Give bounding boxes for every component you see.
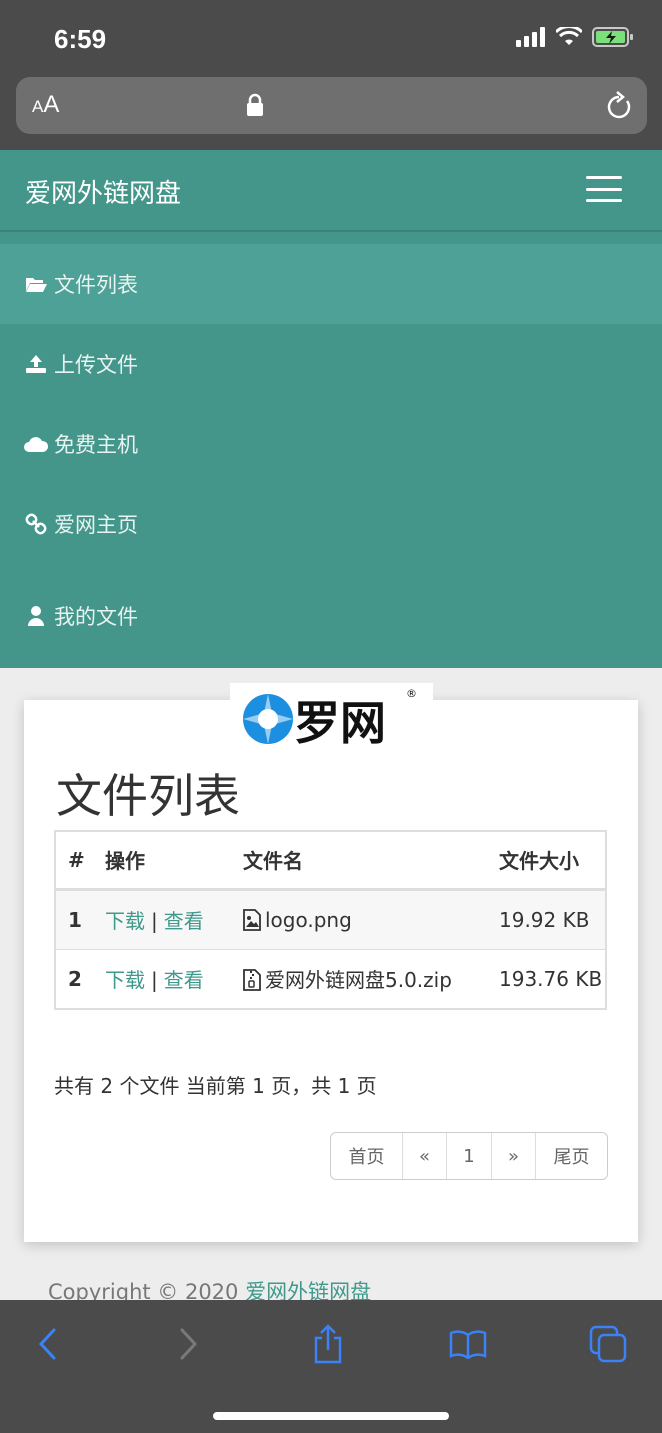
row-filesize: 19.92 KB	[499, 888, 606, 949]
menu-item-upload[interactable]: 上传文件	[0, 324, 662, 404]
menu-item-my-files[interactable]: 我的文件	[0, 576, 662, 656]
file-summary: 共有 2 个文件 当前第 1 页，共 1 页	[54, 1074, 377, 1098]
user-icon	[24, 605, 48, 627]
file-list-card: 文件列表 # 操作 文件名 文件大小 1 下载 | 查看 logo.png 19…	[24, 700, 638, 1242]
reload-icon[interactable]	[605, 91, 633, 125]
registered-mark: ®	[406, 687, 417, 700]
nav-menu: 文件列表 上传文件 免费主机 爱网主页 我的文件	[0, 232, 662, 668]
row-num: 1	[55, 888, 105, 949]
view-link[interactable]: 查看	[164, 968, 204, 992]
address-bar[interactable]: AA	[16, 77, 647, 134]
filename-text: 爱网外链网盘5.0.zip	[265, 968, 452, 993]
pager-page-1[interactable]: 1	[447, 1133, 492, 1179]
tabs-icon[interactable]	[588, 1324, 628, 1364]
action-separator: |	[151, 909, 158, 933]
folder-open-icon	[24, 273, 48, 295]
row-filesize: 193.76 KB	[499, 948, 606, 1009]
filename-text: logo.png	[265, 907, 352, 932]
home-indicator	[213, 1412, 449, 1420]
menu-item-label: 文件列表	[54, 273, 138, 297]
menu-item-file-list[interactable]: 文件列表	[0, 244, 662, 324]
header-action: 操作	[105, 831, 243, 891]
header-filename: 文件名	[243, 831, 499, 891]
download-link[interactable]: 下载	[105, 968, 145, 992]
header-filesize: 文件大小	[499, 831, 606, 891]
bookmarks-icon[interactable]	[448, 1324, 488, 1364]
pager-last[interactable]: 尾页	[536, 1133, 607, 1179]
status-icons	[516, 25, 634, 52]
view-link[interactable]: 查看	[164, 909, 204, 933]
menu-item-free-hosting[interactable]: 免费主机	[0, 404, 662, 484]
share-icon[interactable]	[308, 1324, 348, 1364]
header-num: #	[55, 831, 105, 891]
link-icon	[24, 513, 48, 535]
table-header-row: # 操作 文件名 文件大小	[55, 831, 606, 891]
back-icon[interactable]	[28, 1324, 68, 1364]
zip-file-icon	[243, 969, 261, 992]
pager-first[interactable]: 首页	[331, 1133, 403, 1179]
status-time: 6:59	[54, 24, 107, 54]
row-actions: 下载 | 查看	[105, 888, 243, 949]
table-row: 1 下载 | 查看 logo.png 19.92 KB	[55, 888, 606, 949]
logo-text: 罗网	[294, 696, 386, 749]
pager-prev[interactable]: «	[403, 1133, 447, 1179]
download-link[interactable]: 下载	[105, 909, 145, 933]
table-row: 2 下载 | 查看 爱网外链网盘5.0.zip 193.76 KB	[55, 948, 606, 1009]
cloud-icon	[24, 433, 48, 455]
menu-item-label: 我的文件	[54, 605, 138, 629]
wifi-icon	[554, 25, 584, 51]
safari-toolbar	[0, 1300, 662, 1433]
signal-icon	[516, 27, 546, 51]
menu-toggle-icon[interactable]	[586, 176, 622, 202]
safari-address-area: AA	[0, 64, 662, 150]
brand-title[interactable]: 爱网外链网盘	[25, 173, 181, 210]
row-num: 2	[55, 948, 105, 1009]
file-table: # 操作 文件名 文件大小 1 下载 | 查看 logo.png 19.92 KB	[54, 830, 607, 1010]
row-filename: logo.png	[243, 888, 499, 949]
pagination: 首页 « 1 » 尾页	[330, 1132, 608, 1180]
page-title: 文件列表	[56, 769, 240, 823]
battery-icon	[592, 26, 634, 52]
menu-item-label: 上传文件	[54, 353, 138, 377]
text-size-button[interactable]: AA	[32, 91, 59, 119]
menu-item-label: 免费主机	[54, 433, 138, 457]
pager-next[interactable]: »	[492, 1133, 536, 1179]
action-separator: |	[151, 968, 158, 993]
row-actions: 下载 | 查看	[105, 948, 243, 1009]
menu-item-homepage[interactable]: 爱网主页	[0, 484, 662, 564]
row-filename: 爱网外链网盘5.0.zip	[243, 948, 499, 1009]
lock-icon	[246, 93, 264, 121]
navbar: 爱网外链网盘	[0, 150, 662, 232]
forward-icon[interactable]	[168, 1324, 208, 1364]
menu-item-label: 爱网主页	[54, 513, 138, 537]
image-file-icon	[243, 908, 261, 931]
watermark-logo: 罗网 ®	[230, 683, 433, 750]
upload-icon	[24, 353, 48, 375]
